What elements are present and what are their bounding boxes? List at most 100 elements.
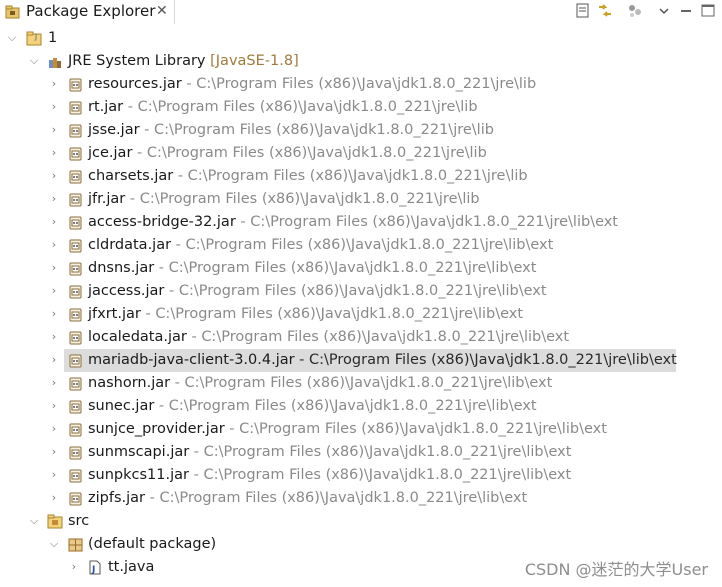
- project-label: 1: [48, 30, 58, 46]
- chevron-right-icon[interactable]: ›: [48, 121, 60, 139]
- focus-tasks-icon[interactable]: [626, 2, 644, 20]
- view-menu-icon[interactable]: [655, 2, 673, 20]
- chevron-right-icon[interactable]: ›: [48, 374, 60, 392]
- tree-row-jar[interactable]: › zipfs.jar - C:\Program Files (x86)\Java…: [0, 487, 722, 510]
- jar-name: jsse.jar: [88, 122, 140, 138]
- jre-decoration: [JavaSE-1.8]: [210, 53, 299, 69]
- chevron-right-icon[interactable]: ›: [48, 420, 60, 438]
- jar-path: C:\Program Files (x86)\Java\jdk1.8.0_221…: [203, 444, 572, 460]
- chevron-down-icon[interactable]: ⌵: [28, 512, 40, 530]
- jar-icon: [68, 146, 83, 161]
- chevron-right-icon[interactable]: ›: [48, 328, 60, 346]
- jar-label-group: jfxrt.jar - C:\Program Files (x86)\Java\…: [88, 304, 523, 324]
- jar-icon: [68, 491, 83, 506]
- jar-separator: -: [181, 76, 197, 92]
- tree-row-jar[interactable]: › localedata.jar - C:\Program Files (x86)…: [0, 326, 722, 349]
- file-label: tt.java: [108, 559, 155, 575]
- jar-separator: -: [139, 122, 154, 138]
- tree-row-jar[interactable]: › sunec.jar - C:\Program Files (x86)\Java…: [0, 395, 722, 418]
- jar-separator: -: [154, 398, 169, 414]
- chevron-right-icon[interactable]: ›: [48, 305, 60, 323]
- tree-row-jar[interactable]: › rt.jar - C:\Program Files (x86)\Java\jd…: [0, 96, 722, 119]
- tree-row-jar[interactable]: › jfr.jar - C:\Program Files (x86)\Java\j…: [0, 188, 722, 211]
- library-icon: [47, 54, 62, 69]
- chevron-right-icon[interactable]: ›: [48, 351, 60, 369]
- package-label: (default package): [88, 536, 217, 552]
- jar-name: rt.jar: [88, 99, 124, 115]
- tree-row-jar[interactable]: › jaccess.jar - C:\Program Files (x86)\Ja…: [0, 280, 722, 303]
- tab-package-explorer[interactable]: Package Explorer ✕: [0, 0, 175, 24]
- src-label: src: [68, 513, 90, 529]
- jar-icon: [68, 376, 83, 391]
- jar-path: C:\Program Files (x86)\Java\jdk1.8.0_221…: [168, 398, 537, 414]
- link-with-editor-icon[interactable]: [596, 2, 614, 20]
- jar-icon: [68, 445, 83, 460]
- jar-path: C:\Program Files (x86)\Java\jdk1.8.0_221…: [146, 145, 487, 161]
- chevron-right-icon[interactable]: ›: [48, 98, 60, 116]
- chevron-right-icon[interactable]: ›: [48, 144, 60, 162]
- tree-row-jar[interactable]: › jfxrt.jar - C:\Program Files (x86)\Java…: [0, 303, 722, 326]
- chevron-right-icon[interactable]: ›: [48, 213, 60, 231]
- jar-label-group: rt.jar - C:\Program Files (x86)\Java\jdk…: [88, 97, 478, 117]
- tree-row-jar[interactable]: › dnsns.jar - C:\Program Files (x86)\Java…: [0, 257, 722, 280]
- jar-separator: -: [132, 145, 147, 161]
- collapse-all-icon[interactable]: [574, 2, 592, 20]
- minimize-icon[interactable]: [677, 2, 695, 20]
- tree-row-jar[interactable]: › resources.jar - C:\Program Files (x86)\…: [0, 73, 722, 96]
- jar-icon: [68, 123, 83, 138]
- chevron-right-icon[interactable]: ›: [48, 397, 60, 415]
- jar-icon: [68, 192, 83, 207]
- tree-row-jre-library[interactable]: ⌵ JRE System Library [JavaSE-1.8]: [0, 50, 722, 73]
- jar-label-group: access-bridge-32.jar - C:\Program Files …: [88, 212, 618, 232]
- jar-path: C:\Program Files (x86)\Java\jdk1.8.0_221…: [309, 352, 677, 368]
- chevron-right-icon[interactable]: ›: [48, 443, 60, 461]
- chevron-down-icon[interactable]: ⌵: [6, 29, 18, 47]
- tree-row-jar[interactable]: › sunpkcs11.jar - C:\Program Files (x86)\…: [0, 464, 722, 487]
- chevron-right-icon[interactable]: ›: [48, 236, 60, 254]
- tree-row-jar[interactable]: › sunjce_provider.jar - C:\Program Files …: [0, 418, 722, 441]
- chevron-right-icon[interactable]: ›: [48, 489, 60, 507]
- tree-row-jar[interactable]: › jce.jar - C:\Program Files (x86)\Java\j…: [0, 142, 722, 165]
- chevron-down-icon[interactable]: ⌵: [48, 535, 60, 553]
- jar-icon: [68, 215, 83, 230]
- chevron-right-icon[interactable]: ›: [68, 558, 80, 576]
- jar-label-group: dnsns.jar - C:\Program Files (x86)\Java\…: [88, 258, 536, 278]
- chevron-right-icon[interactable]: ›: [48, 466, 60, 484]
- tree-row-jar[interactable]: › nashorn.jar - C:\Program Files (x86)\Ja…: [0, 372, 722, 395]
- jar-icon: [68, 100, 83, 115]
- tree-row-jar[interactable]: › jsse.jar - C:\Program Files (x86)\Java\…: [0, 119, 722, 142]
- jar-name: jfr.jar: [88, 191, 126, 207]
- jar-name: jce.jar: [88, 145, 133, 161]
- tree-row-jar[interactable]: › sunmscapi.jar - C:\Program Files (x86)\…: [0, 441, 722, 464]
- jar-separator: -: [189, 444, 204, 460]
- jar-name: nashorn.jar: [88, 375, 171, 391]
- tree-row-jar[interactable]: › mariadb-java-client-3.0.4.jar - C:\Prog…: [0, 349, 722, 372]
- jar-name: sunmscapi.jar: [88, 444, 190, 460]
- project-folder-icon: J: [26, 31, 42, 46]
- jar-icon: [68, 169, 83, 184]
- maximize-icon[interactable]: [699, 2, 717, 20]
- jre-label: JRE System Library: [68, 53, 206, 69]
- chevron-right-icon[interactable]: ›: [48, 167, 60, 185]
- jar-icon: [68, 238, 83, 253]
- jar-label-group: cldrdata.jar - C:\Program Files (x86)\Ja…: [88, 235, 553, 255]
- tree-row-jar[interactable]: › charsets.jar - C:\Program Files (x86)\J…: [0, 165, 722, 188]
- tree-row-default-package[interactable]: ⌵ (default package): [0, 533, 722, 556]
- jar-name: charsets.jar: [88, 168, 174, 184]
- jar-path: C:\Program Files (x86)\Java\jdk1.8.0_221…: [155, 306, 524, 322]
- tree-row-project[interactable]: ⌵ J 1: [0, 27, 722, 50]
- chevron-down-icon[interactable]: ⌵: [28, 52, 40, 70]
- tree-row-jar[interactable]: › cldrdata.jar - C:\Program Files (x86)\J…: [0, 234, 722, 257]
- jar-label-group: nashorn.jar - C:\Program Files (x86)\Jav…: [88, 373, 552, 393]
- jar-path: C:\Program Files (x86)\Java\jdk1.8.0_221…: [239, 421, 607, 437]
- tree-row-src[interactable]: ⌵ src: [0, 510, 722, 533]
- jar-path: C:\Program Files (x86)\Java\jdk1.8.0_221…: [187, 168, 528, 184]
- close-icon[interactable]: ✕: [156, 2, 168, 20]
- tree-row-jar[interactable]: › access-bridge-32.jar - C:\Program Files…: [0, 211, 722, 234]
- chevron-right-icon[interactable]: ›: [48, 75, 60, 93]
- jar-icon: [68, 77, 83, 92]
- chevron-right-icon[interactable]: ›: [48, 190, 60, 208]
- chevron-right-icon[interactable]: ›: [48, 282, 60, 300]
- chevron-right-icon[interactable]: ›: [48, 259, 60, 277]
- jar-icon: [68, 307, 83, 322]
